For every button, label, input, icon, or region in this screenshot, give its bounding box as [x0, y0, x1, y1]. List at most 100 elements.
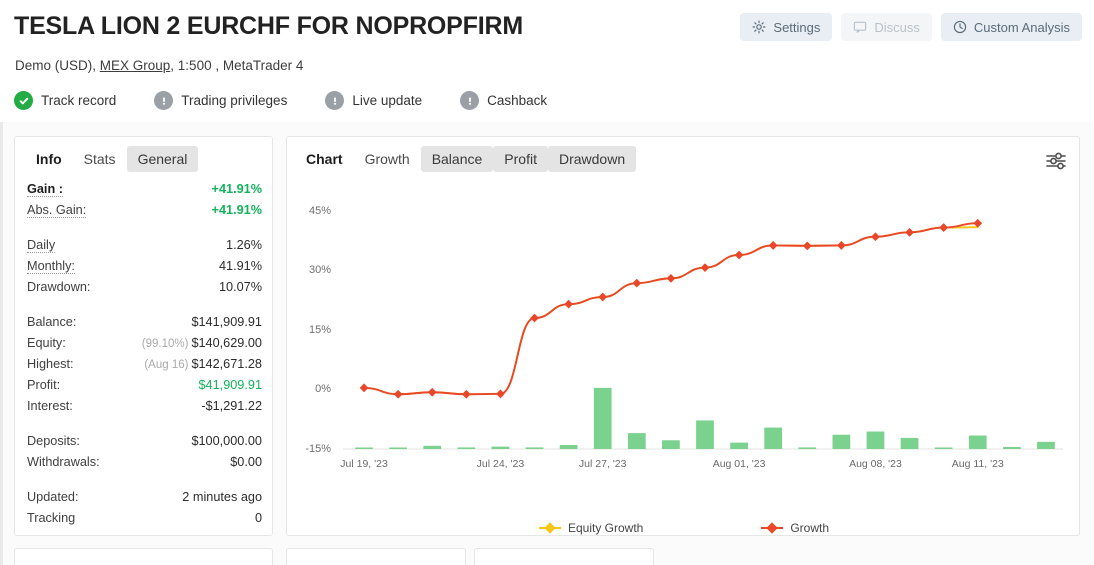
status-badge-label: Live update — [352, 93, 423, 108]
info-row: Gain : +41.91% — [27, 182, 262, 203]
chart-data-point[interactable] — [427, 387, 437, 397]
chart-data-point[interactable] — [564, 299, 574, 309]
chart-data-point[interactable] — [871, 232, 880, 242]
exclamation-circle-icon — [460, 91, 480, 110]
row-spacer — [27, 476, 262, 490]
info-row-value-group: (99.10%) $140,629.00 — [142, 336, 262, 350]
clock-icon — [953, 20, 967, 34]
chart-bar — [934, 447, 953, 449]
chart-data-point[interactable] — [905, 227, 914, 237]
info-row-label[interactable]: Monthly: — [27, 259, 75, 274]
chart-line-growth — [363, 222, 979, 396]
tab-general[interactable]: General — [126, 146, 199, 172]
info-row-value-group: -$1,291.22 — [201, 399, 262, 413]
legend-item-growth[interactable]: Growth — [761, 521, 829, 535]
legend-item-equity-growth[interactable]: Equity Growth — [538, 521, 643, 535]
info-row-label[interactable]: Gain : — [27, 182, 63, 197]
tab-stats[interactable]: Stats — [73, 146, 127, 172]
chart-data-point[interactable] — [700, 263, 710, 273]
status-badge-list: Track record Trading privileges Live updat… — [14, 91, 585, 110]
info-row-value: +41.91% — [211, 203, 262, 217]
tab-profit[interactable]: Profit — [493, 146, 548, 172]
tab-drawdown[interactable]: Drawdown — [547, 146, 637, 172]
info-tab-list: Info Stats General — [25, 137, 272, 172]
chart-data-point[interactable] — [496, 389, 505, 399]
row-spacer — [27, 224, 262, 238]
tab-info[interactable]: Info — [25, 146, 73, 172]
chart-data-point[interactable] — [666, 273, 676, 283]
info-row: Balance: $141,909.91 — [27, 315, 262, 336]
chart-bar — [696, 420, 714, 449]
header-button-label: Settings — [773, 19, 821, 35]
chart-data-point[interactable] — [836, 241, 846, 250]
tab-chart[interactable]: Chart — [295, 146, 354, 172]
status-badge-cashback[interactable]: Cashback — [460, 91, 547, 110]
tab-growth[interactable]: Growth — [354, 146, 421, 172]
info-row: Interest: -$1,291.22 — [27, 399, 262, 420]
info-row: Monthly: 41.91% — [27, 259, 262, 280]
x-axis-tick-label: Jul 24, '23 — [476, 458, 525, 470]
chart-data-point[interactable] — [939, 223, 949, 232]
info-row-value-group: +41.91% — [212, 182, 262, 196]
chart-data-point[interactable] — [461, 389, 471, 399]
chart-data-point[interactable] — [530, 313, 539, 323]
page-title: TESLA LION 2 EURCHF FOR NOPROPFIRM — [14, 12, 523, 40]
chart-data-point[interactable] — [598, 292, 608, 302]
legend-marker-icon — [538, 522, 561, 534]
info-row-value-group: 0 — [255, 511, 262, 525]
status-badge-trading-privileges[interactable]: Trading privileges — [154, 91, 287, 110]
info-row-subvalue: (99.10%) — [141, 338, 189, 350]
header-button-label: Discuss — [874, 19, 920, 35]
info-row-label[interactable]: Abs. Gain: — [27, 203, 87, 218]
chart-data-point[interactable] — [632, 278, 642, 288]
info-row: Daily 1.26% — [27, 238, 262, 259]
chart-data-point[interactable] — [359, 383, 369, 393]
chart-data-point[interactable] — [734, 250, 744, 260]
chart-bar — [832, 434, 851, 449]
row-spacer — [27, 301, 262, 315]
info-row-value: -$1,291.22 — [201, 399, 262, 413]
info-row: Updated: 2 minutes ago — [27, 490, 262, 511]
chart-bar — [457, 447, 476, 449]
exclamation-circle-icon — [154, 91, 174, 110]
chart-bar — [593, 387, 612, 449]
sliders-icon[interactable] — [1045, 151, 1067, 176]
info-row: Abs. Gain: +41.91% — [27, 203, 262, 224]
tab-balance[interactable]: Balance — [420, 146, 494, 172]
chart-card: Chart Growth Balance Profit Drawdown 45% 30% 1… — [286, 136, 1080, 536]
info-row-label: Tracking — [27, 511, 76, 525]
info-row-value-group: 10.07% — [219, 280, 262, 294]
info-row-label: Equity: — [27, 336, 66, 350]
info-row-value: $141,909.91 — [191, 315, 262, 329]
exclamation-circle-icon — [325, 91, 345, 110]
info-row-value: $140,629.00 — [191, 336, 262, 350]
settings-button[interactable]: Settings — [740, 13, 833, 41]
custom-analysis-button[interactable]: Custom Analysis — [940, 13, 1082, 41]
chart-bar — [355, 447, 373, 449]
discuss-button[interactable]: Discuss — [841, 13, 932, 41]
y-axis-tick-label: 0% — [315, 383, 331, 396]
info-row-value: +41.91% — [211, 182, 262, 196]
info-row-value: 1.26% — [226, 238, 262, 252]
chart-bar — [423, 445, 442, 449]
status-badge-label: Trading privileges — [181, 93, 288, 108]
info-row-value-group: 1.26% — [226, 238, 262, 252]
status-badge-label: Cashback — [487, 93, 548, 108]
info-row-value: 10.07% — [218, 280, 262, 294]
info-row-label[interactable]: Daily — [27, 238, 56, 253]
subtitle-pre: Demo (USD), — [15, 58, 100, 73]
status-badge-live-update[interactable]: Live update — [325, 91, 422, 110]
info-row-subvalue: (Aug 16) — [144, 359, 189, 371]
broker-link[interactable]: MEX Group — [100, 58, 171, 73]
chart-data-point[interactable] — [802, 241, 812, 251]
info-row: Equity: (99.10%) $140,629.00 — [27, 336, 262, 357]
legend-marker-icon — [761, 522, 784, 534]
info-row-label: Profit: — [27, 378, 61, 392]
info-row-value: 0 — [254, 511, 262, 525]
status-badge-track-record[interactable]: Track record — [14, 91, 116, 110]
chart-bar — [798, 447, 817, 449]
info-row-value: 2 minutes ago — [182, 490, 262, 504]
chart-bar — [764, 427, 783, 449]
chart-data-point[interactable] — [393, 389, 403, 399]
chart-data-point[interactable] — [768, 241, 778, 250]
